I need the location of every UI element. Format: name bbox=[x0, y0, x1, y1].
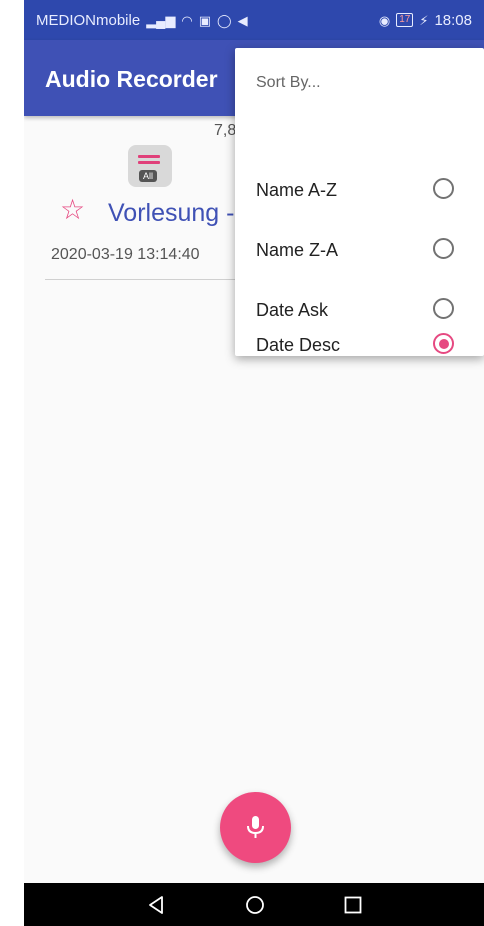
telegram-icon: ◀ bbox=[237, 12, 248, 28]
radio-button[interactable] bbox=[433, 178, 454, 199]
sort-option-label: Date Ask bbox=[256, 300, 329, 320]
app-title: Audio Recorder bbox=[45, 66, 218, 92]
storage-size-text: 7,8 bbox=[214, 122, 237, 139]
whatsapp-icon: ◯ bbox=[217, 12, 232, 28]
wifi-icon: ◠ bbox=[181, 12, 193, 28]
list-icon bbox=[138, 155, 160, 167]
battery-icon: 17 bbox=[396, 13, 414, 27]
sort-option-label: Name A-Z bbox=[256, 180, 338, 200]
star-icon[interactable]: ☆ bbox=[60, 196, 85, 224]
sort-option-name-z-a[interactable]: Name Z-A bbox=[235, 220, 484, 280]
sort-option-date-ask[interactable]: Date Ask bbox=[235, 280, 484, 340]
microphone-icon bbox=[247, 816, 264, 838]
sort-menu-header: Sort By... bbox=[256, 74, 321, 91]
recents-icon[interactable] bbox=[343, 895, 363, 915]
sim-icon: ▣ bbox=[198, 12, 212, 28]
sort-option-label: Date Desc bbox=[256, 335, 341, 355]
home-icon[interactable] bbox=[245, 895, 265, 915]
sort-option-label: Name Z-A bbox=[256, 240, 339, 260]
radio-button-selected[interactable] bbox=[433, 333, 454, 354]
sort-menu: Sort By... Name A-Z Name Z-A Date Ask Da… bbox=[235, 48, 484, 356]
all-filter-chip[interactable]: All bbox=[128, 145, 172, 187]
charging-icon: ⚡ bbox=[419, 12, 429, 28]
status-bar: MEDIONmobile ▂▄▆ ◠ ▣ ◯ ◀ ◉ 17 ⚡ 18:08 bbox=[24, 0, 484, 40]
phone-screen: MEDIONmobile ▂▄▆ ◠ ▣ ◯ ◀ ◉ 17 ⚡ 18:08 Au… bbox=[24, 0, 484, 926]
radio-button[interactable] bbox=[433, 298, 454, 319]
sort-option-date-desc[interactable]: Date Desc bbox=[235, 333, 484, 356]
radio-button[interactable] bbox=[433, 238, 454, 259]
carrier-name: MEDIONmobile bbox=[36, 11, 141, 29]
eye-comfort-icon: ◉ bbox=[378, 12, 391, 28]
back-icon[interactable] bbox=[147, 895, 165, 915]
recording-title[interactable]: Vorlesung - bbox=[108, 199, 234, 228]
recording-date: 2020-03-19 13:14:40 bbox=[51, 246, 200, 263]
navigation-bar bbox=[24, 883, 484, 926]
sort-option-name-a-z[interactable]: Name A-Z bbox=[235, 160, 484, 220]
record-button[interactable] bbox=[220, 792, 291, 863]
all-chip-label: All bbox=[139, 170, 158, 182]
clock: 18:08 bbox=[434, 11, 472, 29]
signal-icon: ▂▄▆ bbox=[146, 12, 176, 28]
